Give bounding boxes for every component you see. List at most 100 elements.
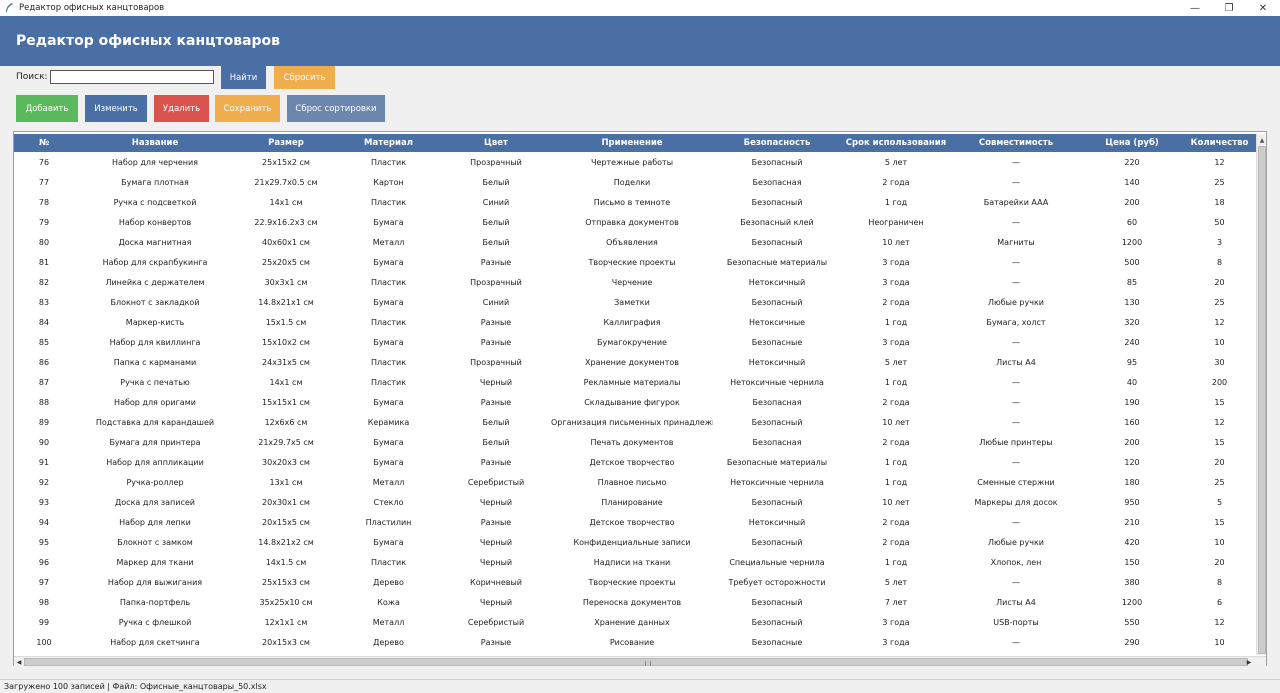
scroll-up-icon[interactable]: ▲ [1257,134,1267,146]
table-cell: Бумага для принтера [109,437,201,447]
table-cell: Батарейки AAA [983,197,1049,207]
table-row[interactable]: 82 Линейка с держателем 30x3x1 см Пластик Пр… [14,272,1256,292]
table-row[interactable]: 100 Набор для скетчинга 20x15x3 см Дерево Ра… [14,632,1256,652]
table-cell: 14x1 см [269,377,303,387]
table-cell: 10 [1214,337,1225,347]
table-cell: Бумага, холст [986,317,1046,327]
table-row[interactable]: 88 Набор для оригами 15x15x1 см Бумага Разны… [14,392,1256,412]
table-cell: Черный [479,537,513,547]
scroll-left-icon[interactable]: ◀ [14,657,24,667]
column-header[interactable]: Материал [336,134,441,152]
column-header[interactable]: Цвет [441,134,551,152]
table-cell: — [1012,377,1020,387]
table-row[interactable]: 77 Бумага плотная 21x29.7x0.5 см Картон Белы… [14,172,1256,192]
table-row[interactable]: 85 Набор для квиллинга 15x10x2 см Бумага Раз… [14,332,1256,352]
table-cell: Безопасный [751,157,803,167]
restore-icon[interactable]: ❐ [1212,0,1246,16]
table-row[interactable]: 83 Блокнот с закладкой 14.8x21x1 см Бумага С… [14,292,1256,312]
table-cell: 99 [38,617,50,627]
table-cell: Разные [480,337,512,347]
reset-sort-button[interactable]: Сброс сортировки [287,95,385,122]
table-cell: 5 [1216,497,1223,507]
table-cell: Требует осторожности [728,577,826,587]
add-button[interactable]: Добавить [16,95,78,122]
table-cell: Набор для выжигания [107,577,203,587]
table-cell: Дерево [373,577,404,587]
table-cell: Нетоксичные [748,317,806,327]
table-cell: 97 [38,577,50,587]
table-cell: Безопасная [752,397,802,407]
table-cell: Чертежные работы [590,157,674,167]
table-row[interactable]: 98 Папка-портфель 35x25x10 см Кожа Черный Пер… [14,592,1256,612]
table-row[interactable]: 95 Блокнот с замком 14.8x21x2 см Бумага Черн… [14,532,1256,552]
column-header[interactable]: Название [74,134,236,152]
table-cell: Конфиденциальные записи [573,537,691,547]
table-cell: Безопасный клей [740,217,814,227]
table-cell: 10 лет [882,237,910,247]
column-header[interactable]: Цена (руб) [1081,134,1183,152]
column-header[interactable]: Безопасность [713,134,841,152]
table-cell: 25 [1214,177,1225,187]
table-row[interactable]: 78 Ручка с подсветкой 14x1 см Пластик Синий П… [14,192,1256,212]
table-cell: 7 лет [884,597,908,607]
table-row[interactable]: 89 Подставка для карандашей 12x6x6 см Керам… [14,412,1256,432]
table-row[interactable]: 99 Ручка с флешкой 12x1x1 см Металл Серебрис… [14,612,1256,632]
table-cell: 200 [1211,377,1228,387]
table-cell: 120 [1124,457,1140,467]
column-header[interactable]: Размер [236,134,336,152]
minimize-icon[interactable]: — [1178,0,1212,16]
table-cell: Ручка с печатью [120,377,190,387]
table-row[interactable]: 91 Набор для аппликации 30x20x3 см Бумага Ра… [14,452,1256,472]
table-cell: Любые ручки [987,537,1045,547]
column-header[interactable]: Количество [1183,134,1256,152]
column-header[interactable]: № [14,134,74,152]
table-cell: 15x15x1 см [262,397,310,407]
edit-button[interactable]: Изменить [85,95,147,122]
table-row[interactable]: 80 Доска магнитная 40x60x1 см Металл Белый Об… [14,232,1256,252]
table-cell: Складывание фигурок [584,397,680,407]
horizontal-scroll-thumb[interactable] [24,658,1248,666]
table-cell: Разные [480,637,512,647]
find-button[interactable]: Найти [221,66,266,89]
reset-search-button[interactable]: Сбросить [274,66,335,89]
table-row[interactable]: 81 Набор для скрапбукинга 25x20x5 см Бумага… [14,252,1256,272]
horizontal-scrollbar[interactable]: ◀ ▶ [14,656,1266,666]
save-button[interactable]: Сохранить [215,95,280,122]
table-row[interactable]: 96 Маркер для ткани 14x1.5 см Пластик Черный… [14,552,1256,572]
table-cell: 550 [1124,617,1140,627]
table-cell: 950 [1124,497,1140,507]
column-header[interactable]: Срок использования [841,134,951,152]
table-row[interactable]: 90 Бумага для принтера 21x29.7x5 см Бумага Б… [14,432,1256,452]
table-row[interactable]: 87 Ручка с печатью 14x1 см Пластик Черный Рек… [14,372,1256,392]
table-cell: Черный [479,597,513,607]
table-row[interactable]: 86 Папка с карманами 24x31x5 см Пластик Проз… [14,352,1256,372]
column-header[interactable]: Применение [551,134,713,152]
column-header[interactable]: Совместимость [951,134,1081,152]
scroll-right-icon[interactable]: ▶ [1244,657,1254,667]
table-cell: Металл [372,617,405,627]
table-cell: Любые ручки [987,297,1045,307]
close-icon[interactable]: ✕ [1246,0,1280,16]
table-row[interactable]: 84 Маркер-кисть 15x1.5 см Пластик Разные Калл… [14,312,1256,332]
table-cell: Безопасный [751,597,803,607]
table-row[interactable]: 94 Набор для лепки 20x15x5 см Пластилин Разн… [14,512,1256,532]
table-row[interactable]: 97 Набор для выжигания 25x15x3 см Дерево Кор… [14,572,1256,592]
delete-button[interactable]: Удалить [154,95,209,122]
table-cell: Детское творчество [589,457,675,467]
table-row[interactable]: 79 Набор конвертов 22.9x16.2x3 см Бумага Бел… [14,212,1256,232]
table-cell: 3 года [882,277,910,287]
table-row[interactable]: 76 Набор для черчения 25x15x2 см Пластик Про… [14,152,1256,172]
vertical-scroll-thumb[interactable] [1258,146,1266,654]
table-cell: Нетоксичные чернила [730,477,824,487]
table-cell: 25x15x3 см [262,577,310,587]
table-cell: 1 год [884,457,908,467]
vertical-scrollbar[interactable]: ▲ [1256,134,1266,655]
table-cell: Набор для оригами [114,397,196,407]
table-cell: 1 год [884,377,908,387]
table-cell: 10 лет [882,497,910,507]
search-input[interactable] [50,70,214,84]
table-row[interactable]: 92 Ручка-роллер 13x1 см Металл Серебристый Пл… [14,472,1256,492]
table-cell: Прозрачный [470,157,522,167]
table-cell: Заметки [614,297,650,307]
table-row[interactable]: 93 Доска для записей 20x30x1 см Стекло Черны… [14,492,1256,512]
